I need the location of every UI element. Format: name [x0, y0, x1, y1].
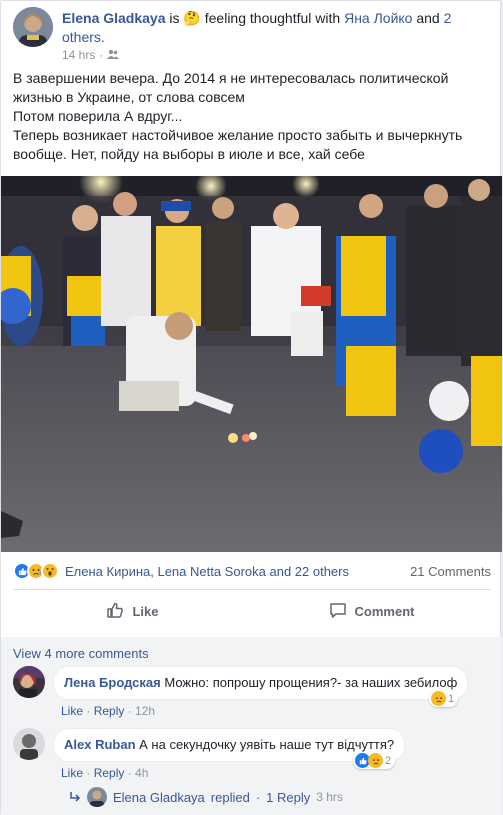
- author-name-link[interactable]: Elena Gladkaya: [62, 10, 166, 26]
- post-body-text: В завершении вечера. До 2014 я не интере…: [13, 69, 493, 164]
- post-photo[interactable]: [1, 176, 502, 552]
- divider: [13, 589, 491, 590]
- header-text: Elena Gladkaya is 🤔 feeling thoughtful w…: [62, 9, 492, 47]
- comment-text: Можно: попрошу прощения?- за наших зебил…: [164, 675, 458, 690]
- comment-like-link[interactable]: Like: [61, 704, 83, 718]
- comments-section: View 4 more comments Лена Бродская Можно…: [1, 637, 502, 815]
- commenter-avatar[interactable]: [13, 666, 45, 698]
- comment-text: А на секундочку уявіть наше тут відчуття…: [139, 737, 395, 752]
- post-text-line: жизнью в Украине, от слова совсем: [13, 89, 245, 105]
- comment-button-label: Comment: [354, 603, 415, 619]
- reactions-bar: Елена Кирина, Lena Netta Soroka and 22 o…: [13, 561, 491, 581]
- view-more-comments-link[interactable]: View 4 more comments: [13, 646, 149, 661]
- reaction-icons[interactable]: [13, 562, 59, 580]
- action-bar: Like Comment: [13, 593, 491, 629]
- friends-icon[interactable]: [107, 48, 120, 62]
- feeling-text: feeling thoughtful with: [204, 10, 341, 26]
- post-meta: 14 hrs ·: [62, 48, 120, 62]
- comment-reply-link[interactable]: Reply: [94, 766, 125, 780]
- comment-reactions[interactable]: 2: [353, 752, 396, 769]
- replied-text: replied: [210, 789, 250, 805]
- commenter-avatar[interactable]: [13, 728, 45, 760]
- reply-arrow-icon: [69, 790, 81, 805]
- comment-time[interactable]: 4h: [135, 766, 148, 780]
- tagged-user-link[interactable]: Яна Лойко: [344, 10, 412, 26]
- post-text-line: Теперь возникает настойчивое желание про…: [13, 127, 463, 143]
- like-button-label: Like: [132, 603, 159, 619]
- wow-icon: [41, 562, 59, 580]
- comment-item: Лена Бродская Можно: попрошу прощения?- …: [13, 666, 491, 718]
- sad-icon: [431, 691, 446, 706]
- comments-count-link[interactable]: 21 Comments: [410, 564, 491, 579]
- comment-reactions[interactable]: 1: [429, 690, 459, 707]
- comment-bubble: Лена Бродская Можно: попрошу прощения?- …: [53, 666, 469, 700]
- comment-button[interactable]: Comment: [252, 593, 491, 629]
- comment-time[interactable]: 12h: [135, 704, 155, 718]
- comment-icon: [329, 601, 347, 622]
- post-text-line: Потом поверила А вдруг...: [13, 108, 183, 124]
- comment-item: Alex Ruban А на секундочку уявіть наше т…: [13, 728, 491, 780]
- post-text-line: В завершении вечера. До 2014 я не интере…: [13, 70, 449, 86]
- post-timestamp[interactable]: 14 hrs: [62, 48, 95, 62]
- comment-reply-link[interactable]: Reply: [94, 704, 125, 718]
- dot-separator: ·: [255, 789, 261, 805]
- replies-link[interactable]: Elena Gladkaya replied · 1 Reply 3 hrs: [69, 787, 343, 807]
- reply-count: 1 Reply: [266, 789, 311, 805]
- thinking-emoji-icon: 🤔: [183, 10, 201, 26]
- comment-like-link[interactable]: Like: [61, 766, 83, 780]
- like-button[interactable]: Like: [13, 593, 252, 629]
- comment-reaction-count: 1: [448, 692, 455, 705]
- reactions-summary[interactable]: Елена Кирина, Lena Netta Soroka and 22 o…: [65, 564, 349, 579]
- feeling-is: is: [169, 10, 180, 26]
- and-text: and: [416, 10, 440, 26]
- comment-reaction-count: 2: [385, 754, 392, 767]
- commenter-name-link[interactable]: Alex Ruban: [64, 737, 136, 752]
- author-avatar[interactable]: [13, 7, 53, 47]
- reply-avatar: [87, 787, 107, 807]
- reply-time: 3 hrs: [316, 790, 343, 804]
- commenter-name-link[interactable]: Лена Бродская: [64, 675, 161, 690]
- post-card: Elena Gladkaya is 🤔 feeling thoughtful w…: [0, 0, 502, 815]
- comment-actions: Like · Reply · 12h: [61, 704, 156, 718]
- comment-bubble: Alex Ruban А на секундочку уявіть наше т…: [53, 728, 406, 762]
- reply-author: Elena Gladkaya: [113, 789, 205, 805]
- sad-icon: [368, 753, 383, 768]
- post-text-line: вообще. Нет, пойду на выборы в июле и вс…: [13, 146, 365, 162]
- dot-separator: ·: [99, 48, 104, 62]
- comment-actions: Like · Reply · 4h: [61, 766, 149, 780]
- thumbs-up-icon: [106, 601, 124, 622]
